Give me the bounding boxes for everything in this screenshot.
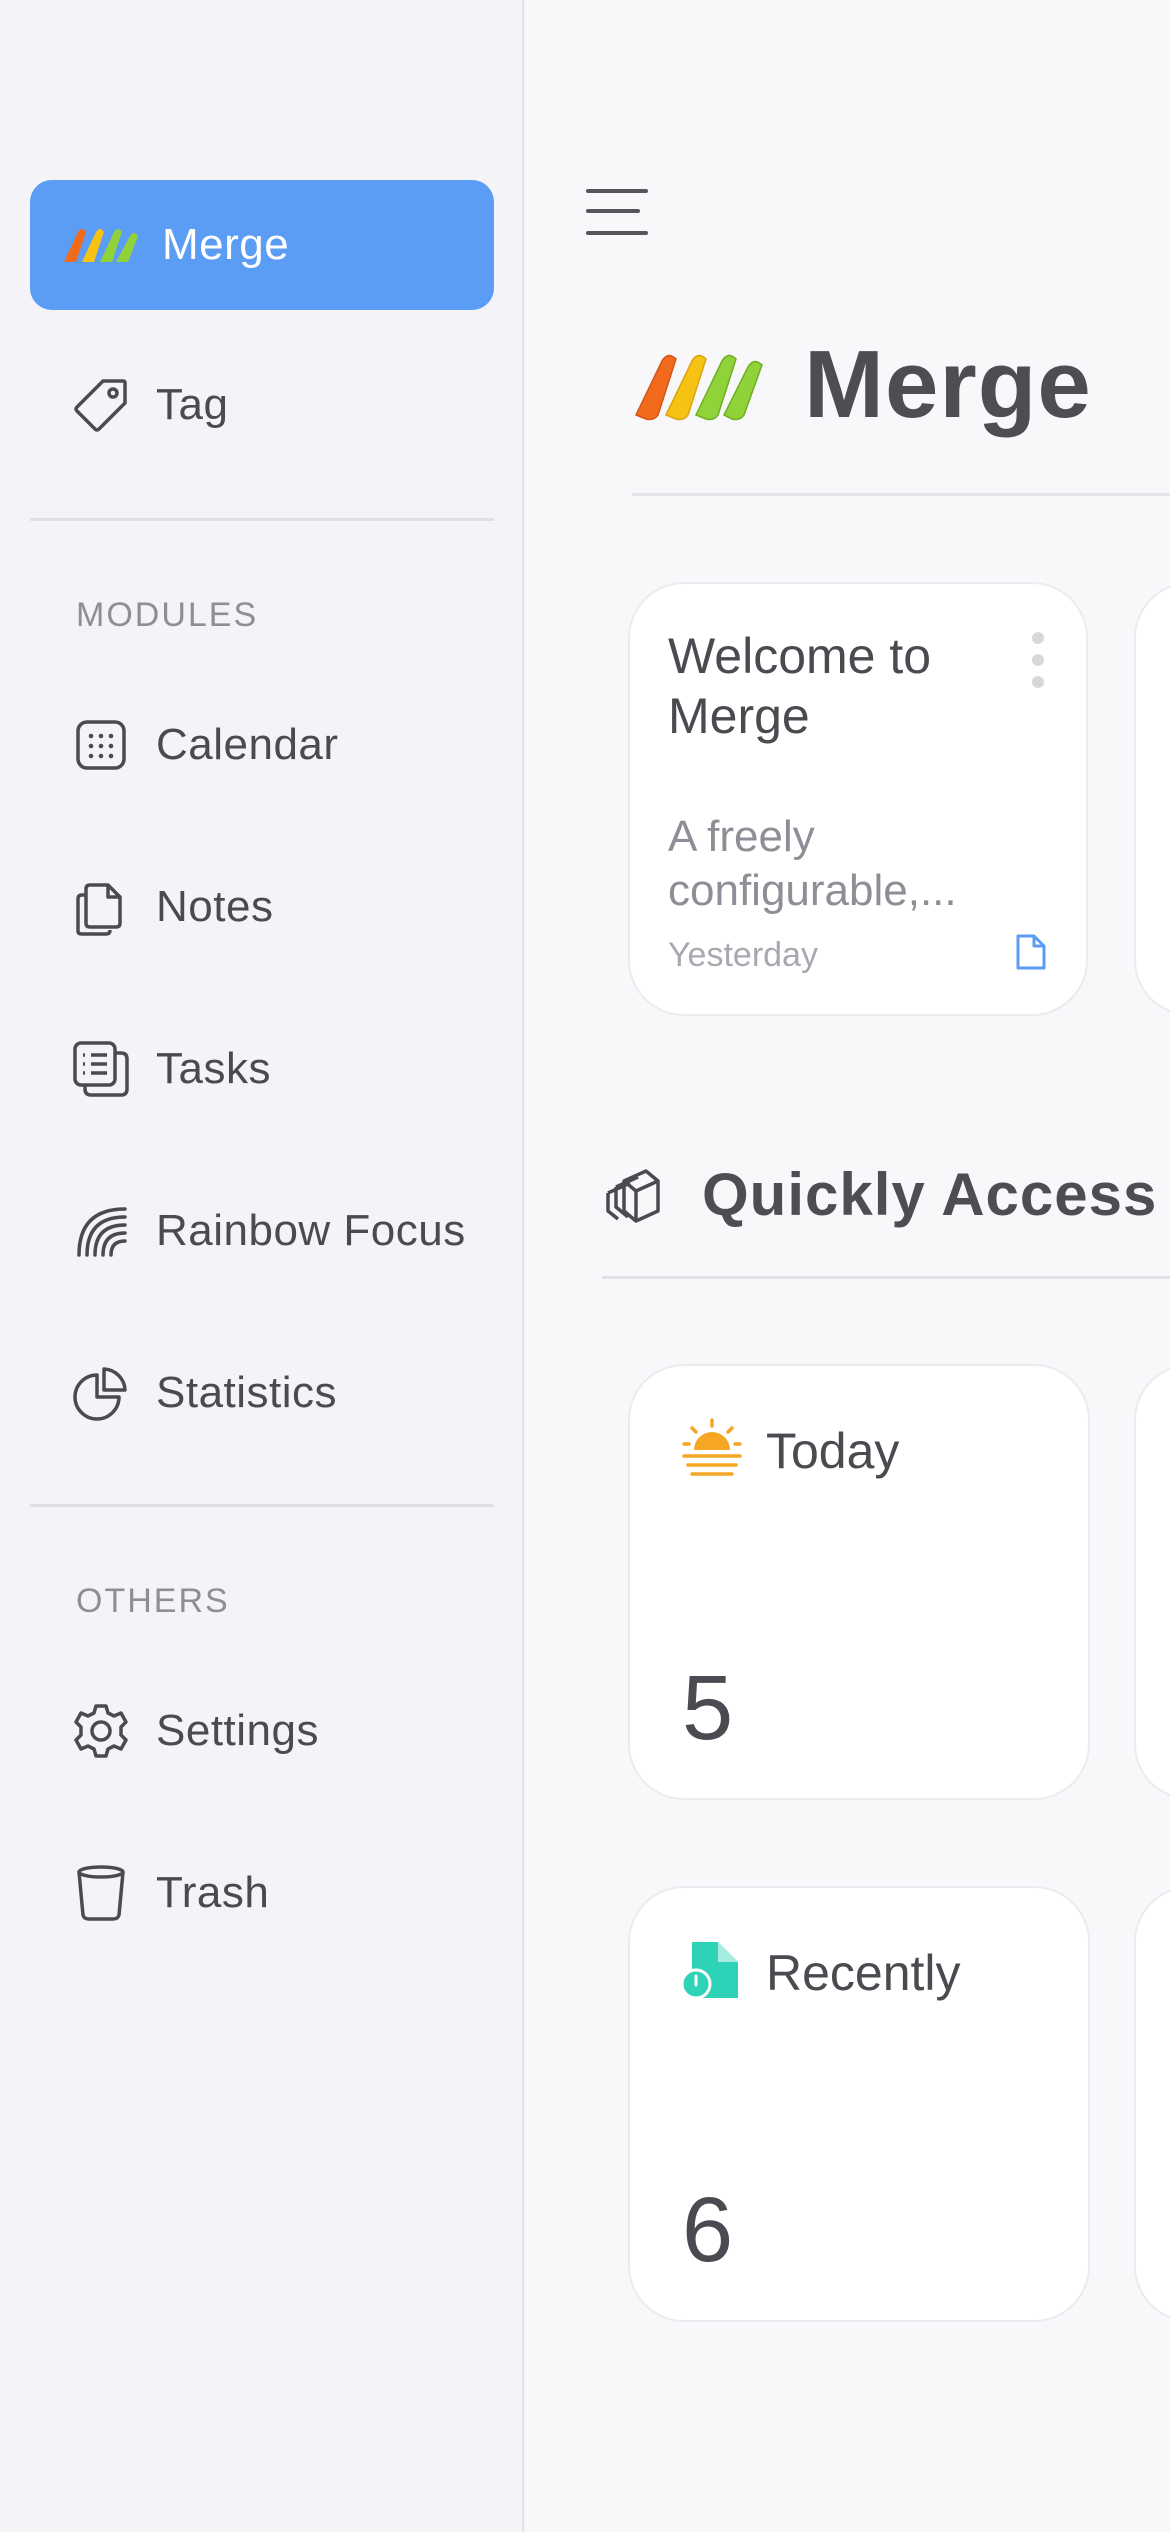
main-content: Merge Welcome to Merge A freely configur…: [526, 0, 1170, 2532]
sidebar-divider: [30, 518, 494, 521]
pie-chart-icon: [70, 1362, 132, 1424]
quick-access-count: 6: [682, 2179, 734, 2281]
menu-icon: [586, 189, 648, 193]
sidebar-item-label: Trash: [156, 1868, 270, 1917]
header-divider: [632, 493, 1170, 496]
trash-icon: [70, 1862, 132, 1924]
sidebar-divider: [30, 1504, 494, 1507]
tasks-icon: [70, 1038, 132, 1100]
sidebar-item-calendar[interactable]: Calendar: [30, 680, 494, 810]
note-card[interactable]: Welcome to Merge A freely configurable,.…: [628, 582, 1088, 1016]
calendar-icon: [70, 714, 132, 776]
sidebar-item-merge[interactable]: Merge: [30, 180, 494, 310]
quick-access-header: Quickly Access: [602, 1160, 1157, 1229]
quick-access-label: Today: [766, 1422, 900, 1479]
others-section-label: OTHERS: [76, 1582, 230, 1620]
section-title: Quickly Access: [702, 1161, 1158, 1228]
sidebar-item-label: Tag: [156, 380, 229, 429]
sidebar-item-label: Settings: [156, 1706, 319, 1755]
sidebar-item-statistics[interactable]: Statistics: [30, 1328, 494, 1458]
sunrise-icon: [680, 1416, 744, 1485]
quick-access-label: Recently: [766, 1944, 961, 2001]
file-icon: [1014, 932, 1048, 977]
quick-access-count: 5: [682, 1657, 734, 1759]
sidebar-item-label: Calendar: [156, 720, 339, 769]
merge-logo-icon: [60, 214, 142, 276]
page-title: Merge: [804, 331, 1092, 438]
rainbow-icon: [70, 1200, 132, 1262]
modules-section-label: MODULES: [76, 596, 259, 634]
sidebar-item-tag[interactable]: Tag: [30, 340, 494, 470]
sidebar-item-settings[interactable]: Settings: [30, 1666, 494, 1796]
section-divider: [602, 1276, 1170, 1279]
menu-button[interactable]: [586, 185, 652, 241]
sidebar-item-label: Merge: [162, 220, 290, 269]
quick-access-card-peek[interactable]: [1134, 1364, 1170, 1800]
more-options-icon[interactable]: [1032, 632, 1046, 698]
note-date: Yesterday: [668, 936, 818, 974]
sidebar-item-label: Statistics: [156, 1368, 338, 1417]
sidebar-item-label: Notes: [156, 882, 274, 931]
sidebar: Merge Tag MODULES Calendar Notes Tasks R…: [0, 0, 524, 2532]
quick-access-today[interactable]: Today 5: [628, 1364, 1090, 1800]
sidebar-item-tasks[interactable]: Tasks: [30, 1004, 494, 1134]
quick-access-recently[interactable]: Recently 6: [628, 1886, 1090, 2322]
sidebar-item-notes[interactable]: Notes: [30, 842, 494, 972]
sidebar-item-label: Rainbow Focus: [156, 1206, 466, 1255]
recent-file-icon: [680, 1938, 744, 2007]
notes-icon: [70, 876, 132, 938]
stack-icon: [602, 1161, 662, 1228]
merge-logo-icon: [632, 343, 768, 428]
sidebar-item-label: Tasks: [156, 1044, 271, 1093]
page-header: Merge: [632, 330, 1092, 440]
sidebar-item-trash[interactable]: Trash: [30, 1828, 494, 1958]
quick-access-card-peek[interactable]: [1134, 1886, 1170, 2322]
note-card-peek[interactable]: [1134, 582, 1170, 1016]
tag-icon: [70, 374, 132, 436]
app-screen: Merge Tag MODULES Calendar Notes Tasks R…: [0, 0, 1170, 2532]
sidebar-item-rainbow-focus[interactable]: Rainbow Focus: [30, 1166, 494, 1296]
note-preview: A freely configurable,...: [668, 812, 957, 915]
gear-icon: [70, 1700, 132, 1762]
note-title: Welcome to Merge: [668, 628, 932, 744]
